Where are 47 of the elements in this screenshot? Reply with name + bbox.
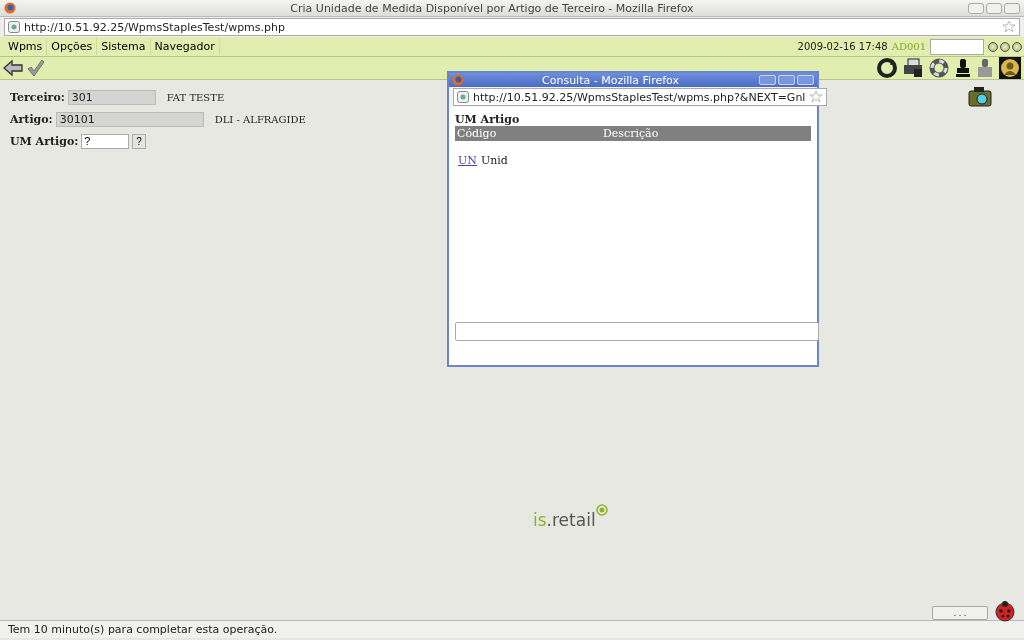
address-bar[interactable]: http://10.51.92.25/WpmsStaplesTest/wpms.php bbox=[4, 18, 1020, 36]
column-header: Descrição bbox=[603, 127, 659, 140]
bookmark-star-icon[interactable] bbox=[1002, 20, 1016, 34]
column-header: Código bbox=[457, 127, 498, 140]
window-title: Cria Unidade de Medida Disponível por Artigo de Terceiro - Mozilla Firefox bbox=[289, 1, 695, 15]
lifebuoy-icon[interactable] bbox=[929, 58, 949, 78]
printer-icon[interactable] bbox=[903, 58, 923, 78]
camera-icon[interactable] bbox=[968, 86, 992, 108]
input-field[interactable]: ? bbox=[81, 133, 130, 149]
stamp-icon[interactable] bbox=[955, 58, 971, 78]
lookup-heading: UM Artigo bbox=[455, 113, 521, 126]
input-field[interactable] bbox=[930, 38, 984, 55]
round-button[interactable] bbox=[1000, 41, 1010, 52]
input-field[interactable] bbox=[455, 322, 819, 341]
date-time: 2009-02-16 17:48 bbox=[797, 41, 888, 52]
round-button[interactable] bbox=[988, 41, 998, 52]
status-bar: Tem 10 minuto(s) para completar esta operação. bbox=[0, 620, 1024, 638]
browser-icon bbox=[452, 74, 464, 86]
menu-item[interactable]: Wpms bbox=[4, 38, 48, 55]
browser-icon bbox=[4, 2, 16, 14]
checkmark-icon[interactable] bbox=[27, 59, 45, 77]
field-description: FAT TESTE bbox=[166, 91, 225, 103]
menu-item[interactable]: Opções bbox=[47, 38, 98, 55]
readonly-field: 301 bbox=[67, 89, 156, 105]
round-button[interactable] bbox=[1012, 41, 1022, 52]
refresh-icon[interactable] bbox=[877, 58, 897, 78]
field-label: Artigo: bbox=[10, 112, 53, 126]
lookup-button[interactable]: ? bbox=[132, 133, 146, 149]
user-code: AD001 bbox=[891, 41, 926, 52]
readonly-field: 30101 bbox=[55, 111, 204, 127]
address-bar[interactable]: http://10.51.92.25/WpmsStaplesTest/wpms.php?&NEXT=Gnl bbox=[453, 88, 828, 106]
menu-item[interactable]: Navegador bbox=[150, 38, 220, 55]
back-arrow-icon[interactable] bbox=[3, 59, 23, 77]
field-label: Terceiro: bbox=[10, 90, 65, 104]
menu-item[interactable]: Sistema bbox=[97, 38, 151, 55]
code-link[interactable]: UN bbox=[458, 154, 477, 167]
user-icon[interactable] bbox=[999, 57, 1021, 79]
field-description: DLI - ALFRAGIDE bbox=[214, 113, 306, 125]
table-cell: Unid bbox=[480, 154, 508, 167]
page-icon bbox=[8, 21, 20, 33]
page-icon bbox=[457, 91, 469, 103]
field-label: UM Artigo: bbox=[10, 134, 79, 148]
more-button[interactable]: . . . bbox=[932, 606, 988, 620]
logo: is.retail bbox=[533, 504, 608, 530]
bookmark-star-icon[interactable] bbox=[809, 90, 824, 104]
ladybug-icon[interactable] bbox=[994, 600, 1016, 622]
popup-title: Consulta - Mozilla Firefox bbox=[541, 73, 680, 87]
